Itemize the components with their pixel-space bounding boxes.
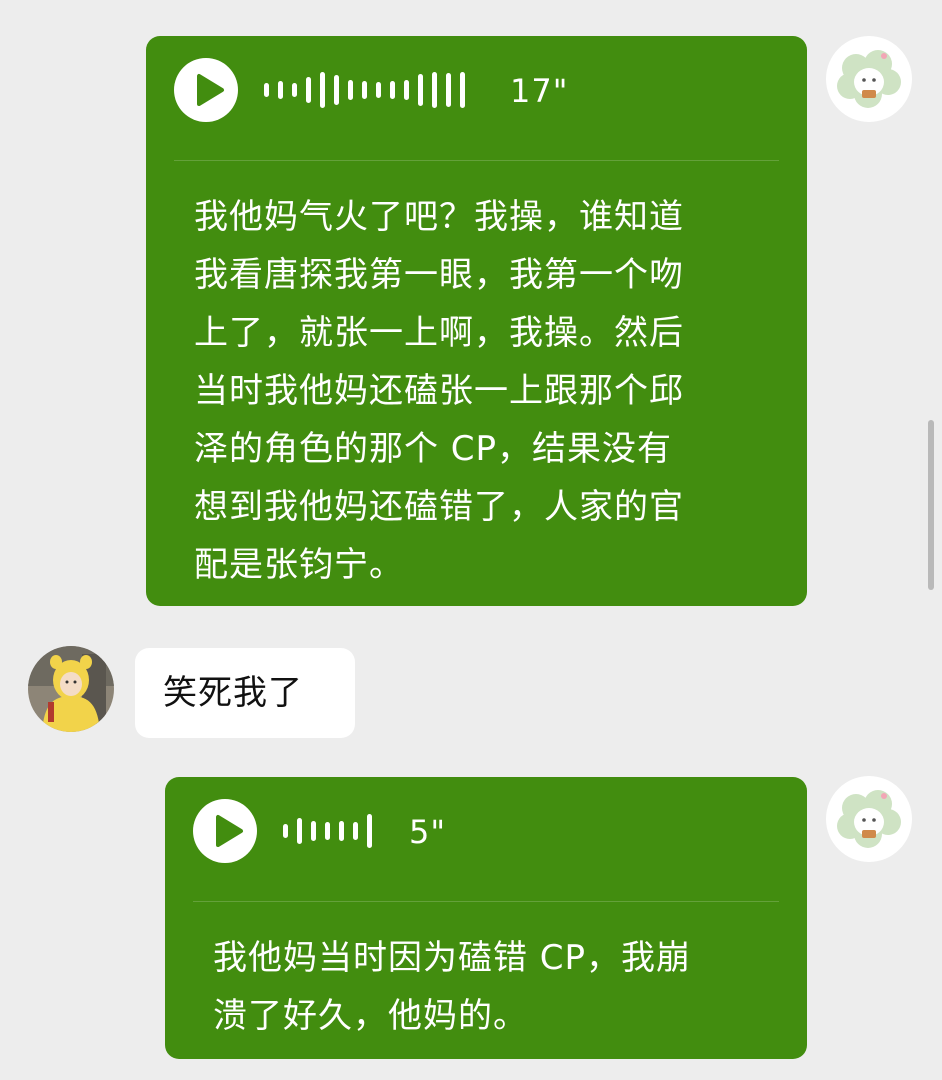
voice-duration: 5": [409, 813, 447, 851]
contact-avatar[interactable]: [28, 646, 114, 732]
cartoon-sheep-icon: [826, 776, 912, 862]
play-icon: [216, 815, 243, 847]
voice-transcript: 我他妈当时因为磕错 CP，我崩 溃了好久，他妈的。: [213, 938, 692, 1036]
message-text: 笑死我了: [163, 673, 303, 713]
scrollbar[interactable]: [928, 420, 934, 590]
voice-waveform: [264, 70, 474, 110]
voice-message-bubble[interactable]: 5" 我他妈当时因为磕错 CP，我崩 溃了好久，他妈的。: [165, 777, 807, 1059]
message-row-voice-5s: 5" 我他妈当时因为磕错 CP，我崩 溃了好久，他妈的。: [0, 770, 942, 1070]
play-voice-button[interactable]: [193, 799, 257, 863]
self-avatar[interactable]: [826, 36, 912, 122]
cartoon-sheep-icon: [826, 36, 912, 122]
play-icon: [197, 74, 224, 106]
child-yellow-hoodie-photo: [28, 646, 114, 732]
voice-waveform: [283, 811, 381, 851]
bubble-divider: [193, 901, 779, 902]
text-message-bubble[interactable]: 笑死我了: [135, 648, 355, 738]
self-avatar[interactable]: [826, 776, 912, 862]
voice-message-bubble[interactable]: 17" 我他妈气火了吧？我操，谁知道 我看唐探我第一眼，我第一个吻 上了，就张一…: [146, 36, 807, 606]
play-voice-button[interactable]: [174, 58, 238, 122]
voice-duration: 17": [510, 72, 569, 110]
bubble-divider: [174, 160, 779, 161]
message-row-voice-17s: 17" 我他妈气火了吧？我操，谁知道 我看唐探我第一眼，我第一个吻 上了，就张一…: [0, 0, 942, 620]
voice-transcript: 我他妈气火了吧？我操，谁知道 我看唐探我第一眼，我第一个吻 上了，就张一上啊，我…: [194, 197, 684, 585]
message-row-text: 笑死我了: [0, 640, 942, 750]
